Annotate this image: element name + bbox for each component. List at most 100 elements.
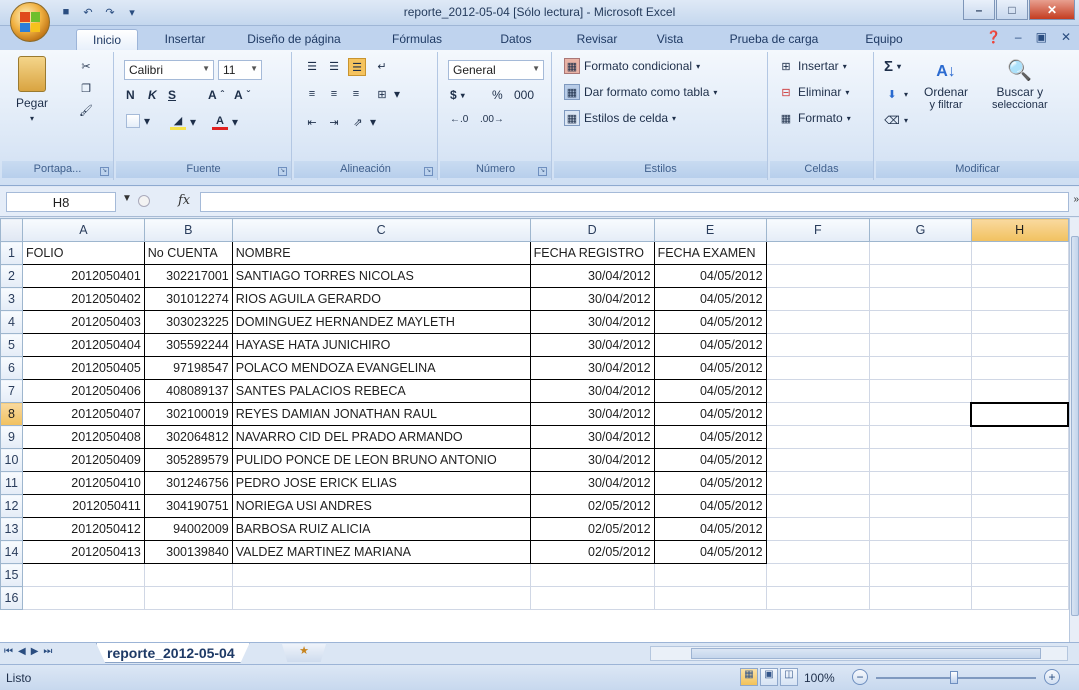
- row-header[interactable]: 13: [0, 517, 23, 541]
- cell[interactable]: BARBOSA RUIZ ALICIA: [231, 517, 531, 541]
- column-header[interactable]: C: [231, 218, 531, 242]
- cell[interactable]: [869, 517, 972, 541]
- cell[interactable]: NORIEGA USI ANDRES: [231, 494, 531, 518]
- cell[interactable]: FECHA REGISTRO: [529, 241, 655, 265]
- cell[interactable]: 301246756: [143, 471, 233, 495]
- cell[interactable]: 02/05/2012: [529, 494, 655, 518]
- tab-datos[interactable]: Datos: [488, 29, 544, 50]
- row-header[interactable]: 4: [0, 310, 23, 334]
- orientation-button[interactable]: ⇗ ▾: [350, 114, 376, 130]
- cancel-entry-icon[interactable]: [138, 195, 150, 207]
- wrap-text-button[interactable]: ↵: [374, 58, 390, 74]
- numero-launcher-icon[interactable]: ↘: [538, 167, 547, 176]
- column-header[interactable]: A: [21, 218, 145, 242]
- zoom-level[interactable]: 100%: [804, 671, 835, 685]
- align-bottom-button[interactable]: ☰: [348, 58, 366, 76]
- cell[interactable]: [869, 333, 972, 357]
- name-box-dropdown-icon[interactable]: ▼: [122, 193, 132, 204]
- row-header[interactable]: 1: [0, 241, 23, 265]
- tab-prueba-carga[interactable]: Prueba de carga: [718, 29, 830, 50]
- cell[interactable]: [970, 563, 1069, 587]
- vertical-scroll-thumb[interactable]: [1071, 236, 1079, 616]
- cell[interactable]: 2012050405: [21, 356, 145, 380]
- cell[interactable]: [970, 448, 1069, 472]
- align-middle-button[interactable]: ☰: [326, 58, 342, 74]
- cell[interactable]: 2012050411: [21, 494, 145, 518]
- cell[interactable]: 2012050413: [21, 540, 145, 564]
- cell[interactable]: [869, 425, 972, 449]
- zoom-out-icon[interactable]: −: [852, 669, 868, 685]
- cell[interactable]: [970, 379, 1069, 403]
- ribbon-close-icon[interactable]: ✕: [1061, 30, 1071, 44]
- cell[interactable]: 30/04/2012: [529, 425, 655, 449]
- cell[interactable]: [765, 264, 871, 288]
- merge-center-button[interactable]: ⊞ ▾: [374, 86, 400, 102]
- cell[interactable]: [869, 402, 972, 426]
- currency-button[interactable]: $ ▾: [450, 88, 465, 102]
- cell[interactable]: [970, 425, 1069, 449]
- paste-button[interactable]: Pegar ▾: [10, 56, 54, 123]
- cell[interactable]: 30/04/2012: [529, 264, 655, 288]
- cell[interactable]: 97198547: [143, 356, 233, 380]
- cell[interactable]: [21, 586, 145, 610]
- cell[interactable]: [765, 241, 871, 265]
- tab-insertar[interactable]: Insertar: [150, 29, 220, 50]
- cell[interactable]: 04/05/2012: [653, 402, 767, 426]
- align-left-button[interactable]: ≡: [304, 86, 320, 102]
- page-layout-view-icon[interactable]: ▣: [760, 668, 778, 686]
- fill-button[interactable]: ⬇ ▾: [884, 86, 908, 102]
- cell[interactable]: [765, 310, 871, 334]
- cell[interactable]: 302100019: [143, 402, 233, 426]
- first-sheet-icon[interactable]: ⏮: [4, 646, 13, 657]
- cell[interactable]: [143, 563, 233, 587]
- cell[interactable]: [529, 586, 655, 610]
- row-header[interactable]: 10: [0, 448, 23, 472]
- cell[interactable]: [765, 333, 871, 357]
- cell[interactable]: POLACO MENDOZA EVANGELINA: [231, 356, 531, 380]
- cell[interactable]: [970, 471, 1069, 495]
- office-button[interactable]: [10, 2, 50, 42]
- fuente-launcher-icon[interactable]: ↘: [278, 167, 287, 176]
- portapapeles-launcher-icon[interactable]: ↘: [100, 167, 109, 176]
- tab-equipo[interactable]: Equipo: [852, 29, 916, 50]
- cell[interactable]: [869, 471, 972, 495]
- column-header[interactable]: H: [970, 218, 1069, 242]
- align-right-button[interactable]: ≡: [348, 86, 364, 102]
- cell[interactable]: [970, 310, 1069, 334]
- cell[interactable]: [765, 379, 871, 403]
- format-cells-button[interactable]: ▦ Formato ▾: [778, 110, 851, 126]
- cell[interactable]: 30/04/2012: [529, 471, 655, 495]
- decrease-indent-button[interactable]: ⇤: [304, 114, 320, 130]
- cell[interactable]: [765, 402, 871, 426]
- cell[interactable]: [970, 287, 1069, 311]
- cell[interactable]: 2012050412: [21, 517, 145, 541]
- cell[interactable]: 305592244: [143, 333, 233, 357]
- cell[interactable]: 04/05/2012: [653, 540, 767, 564]
- page-break-view-icon[interactable]: ◫: [780, 668, 798, 686]
- minimize-button[interactable]: –: [963, 0, 995, 20]
- delete-cells-button[interactable]: ⊟ Eliminar ▾: [778, 84, 849, 100]
- shrink-font-button[interactable]: Aˇ: [234, 88, 250, 102]
- cell[interactable]: No CUENTA: [143, 241, 233, 265]
- last-sheet-icon[interactable]: ⏭: [43, 646, 52, 657]
- row-header[interactable]: 7: [0, 379, 23, 403]
- cell-styles-button[interactable]: ▦ Estilos de celda ▾: [564, 110, 676, 126]
- cell[interactable]: 2012050410: [21, 471, 145, 495]
- find-select-button[interactable]: 🔍 Buscar y seleccionar: [992, 56, 1048, 112]
- cell[interactable]: [970, 356, 1069, 380]
- cell[interactable]: [765, 540, 871, 564]
- tab-revisar[interactable]: Revisar: [566, 29, 628, 50]
- zoom-slider-knob[interactable]: [950, 671, 958, 684]
- cell[interactable]: [653, 586, 767, 610]
- cell[interactable]: 2012050403: [21, 310, 145, 334]
- italic-button[interactable]: K: [148, 88, 157, 102]
- sheet-tab-reporte[interactable]: reporte_2012-05-04: [96, 643, 250, 663]
- help-icon[interactable]: ❓: [986, 30, 1001, 44]
- tab-inicio[interactable]: Inicio: [76, 29, 138, 50]
- format-as-table-button[interactable]: ▦ Dar formato como tabla ▾: [564, 84, 717, 100]
- column-header[interactable]: G: [869, 218, 972, 242]
- row-header[interactable]: 2: [0, 264, 23, 288]
- cell[interactable]: NOMBRE: [231, 241, 531, 265]
- cell[interactable]: HAYASE HATA JUNICHIRO: [231, 333, 531, 357]
- insert-sheet-icon[interactable]: ★: [282, 644, 326, 662]
